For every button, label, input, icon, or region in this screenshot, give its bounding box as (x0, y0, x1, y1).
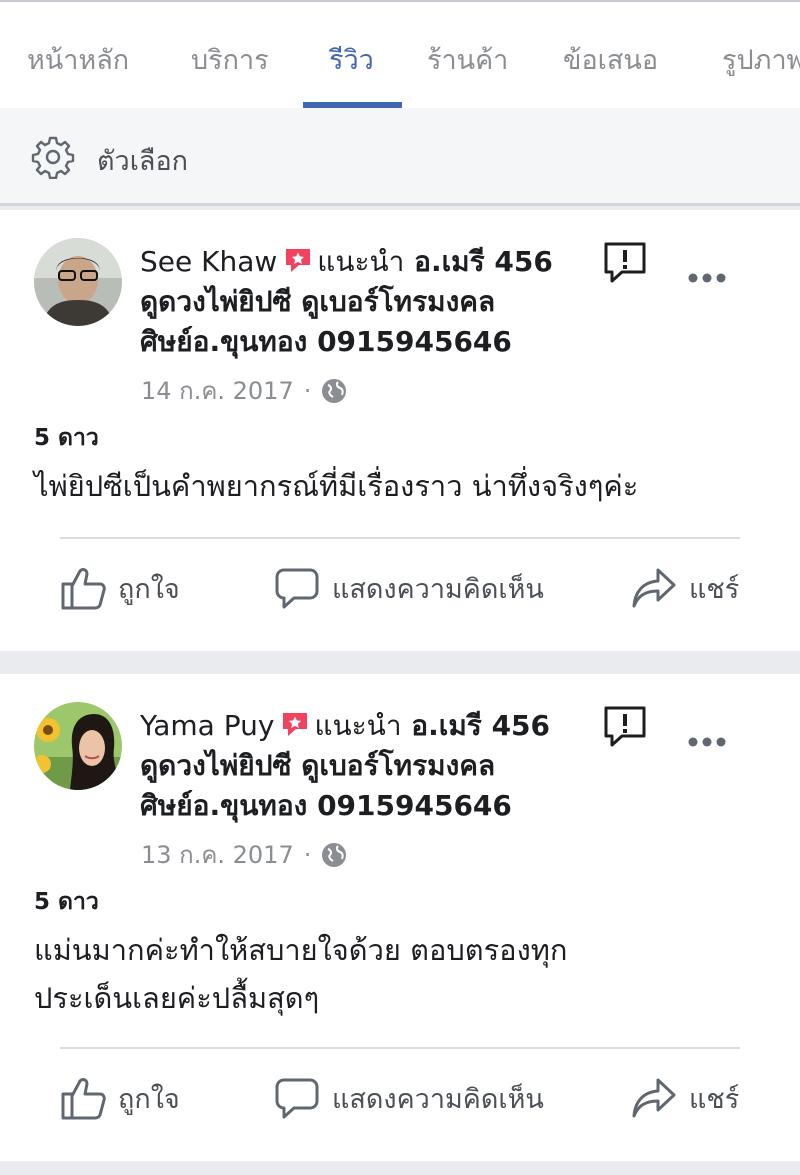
share-icon (632, 568, 676, 608)
page-name-line2[interactable]: ดูดวงไพ่ยิปซี ดูเบอร์โทรมงคล (140, 285, 495, 318)
comment-button[interactable]: แสดงความคิดเห็น (274, 1076, 544, 1120)
review-text: แม่นมากค่ะทำให้สบายใจด้วย ตอบตรองทุก ประ… (34, 926, 764, 1022)
tab-offers[interactable]: ข้อเสนอ (563, 38, 658, 81)
meta-separator: · (303, 840, 312, 869)
recommend-badge-icon (286, 249, 311, 272)
avatar[interactable] (34, 238, 122, 326)
share-icon (632, 1078, 676, 1118)
page-name-line2[interactable]: ดูดวงไพ่ยิปซี ดูเบอร์โทรมงคล (140, 749, 495, 782)
share-label: แชร์ (689, 573, 740, 605)
options-bar[interactable]: ตัวเลือก (0, 108, 800, 206)
comment-icon (275, 1078, 319, 1119)
tab-services[interactable]: บริการ (191, 38, 269, 81)
review-date[interactable]: 14 ก.ค. 2017 (141, 371, 294, 410)
comment-button[interactable]: แสดงความคิดเห็น (274, 566, 544, 610)
recommends-text: แนะนำ (317, 245, 405, 278)
options-label: ตัวเลือก (97, 146, 189, 177)
report-icon[interactable] (602, 704, 648, 750)
page-name[interactable]: อ.เมรี 456 (414, 245, 553, 278)
page-name[interactable]: อ.เมรี 456 (411, 709, 550, 742)
like-button[interactable]: ถูกใจ (60, 566, 180, 610)
review-text: ไพ่ยิปซีเป็นคำพยากรณ์ที่มีเรื่องราว น่าท… (34, 469, 639, 503)
like-button[interactable]: ถูกใจ (60, 1076, 180, 1120)
gear-icon (31, 136, 75, 179)
like-icon (61, 1078, 106, 1120)
review-header: Yama Puy แนะนำ อ.เมรี 456 ดูดวงไพ่ยิปซี ด… (140, 706, 580, 826)
share-button[interactable]: แชร์ (631, 566, 739, 610)
review-text-line2: ประเด็นเลยค่ะปลื้มสุดๆ (34, 981, 320, 1015)
review-meta: 13 ก.ค. 2017 · (141, 835, 347, 874)
tab-bar: หน้าหลัก บริการ รีวิว ร้านค้า ข้อเสนอ รู… (0, 0, 800, 108)
comment-label: แสดงความคิดเห็น (332, 573, 544, 605)
review-header: See Khaw แนะนำ อ.เมรี 456 ดูดวงไพ่ยิปซี ด… (140, 242, 580, 362)
recommends-text: แนะนำ (314, 709, 402, 742)
tab-shop[interactable]: ร้านค้า (427, 38, 508, 81)
share-button[interactable]: แชร์ (631, 1076, 739, 1120)
more-options-icon[interactable] (686, 734, 728, 750)
review-card: Yama Puy แนะนำ อ.เมรี 456 ดูดวงไพ่ยิปซี ด… (0, 674, 800, 1161)
avatar[interactable] (34, 702, 122, 790)
like-icon (61, 568, 106, 610)
divider (60, 537, 740, 539)
report-icon[interactable] (602, 240, 648, 286)
author-name[interactable]: See Khaw (140, 245, 277, 278)
review-text-line1: แม่นมากค่ะทำให้สบายใจด้วย ตอบตรองทุก (34, 933, 568, 967)
share-label: แชร์ (689, 1083, 740, 1115)
page-name-line3[interactable]: ศิษย์อ.ขุนทอง 0915945646 (140, 325, 512, 358)
divider (60, 1047, 740, 1049)
author-name[interactable]: Yama Puy (140, 709, 274, 742)
recommend-badge-icon (283, 713, 308, 736)
comment-label: แสดงความคิดเห็น (332, 1083, 544, 1115)
review-date[interactable]: 13 ก.ค. 2017 (141, 835, 294, 874)
globe-icon (322, 842, 347, 867)
tab-reviews[interactable]: รีวิว (329, 38, 374, 81)
tab-photos[interactable]: รูปภาพ (722, 38, 800, 81)
rating-label: 5 ดาว (34, 425, 99, 451)
more-options-icon[interactable] (686, 270, 728, 286)
review-card: See Khaw แนะนำ อ.เมรี 456 ดูดวงไพ่ยิปซี ด… (0, 210, 800, 651)
like-label: ถูกใจ (118, 573, 180, 605)
globe-icon (322, 378, 347, 403)
like-label: ถูกใจ (118, 1083, 180, 1115)
review-meta: 14 ก.ค. 2017 · (141, 371, 347, 410)
meta-separator: · (303, 376, 312, 405)
rating-label: 5 ดาว (34, 889, 99, 915)
tab-home[interactable]: หน้าหลัก (27, 38, 129, 81)
comment-icon (275, 568, 319, 609)
page-name-line3[interactable]: ศิษย์อ.ขุนทอง 0915945646 (140, 789, 512, 822)
